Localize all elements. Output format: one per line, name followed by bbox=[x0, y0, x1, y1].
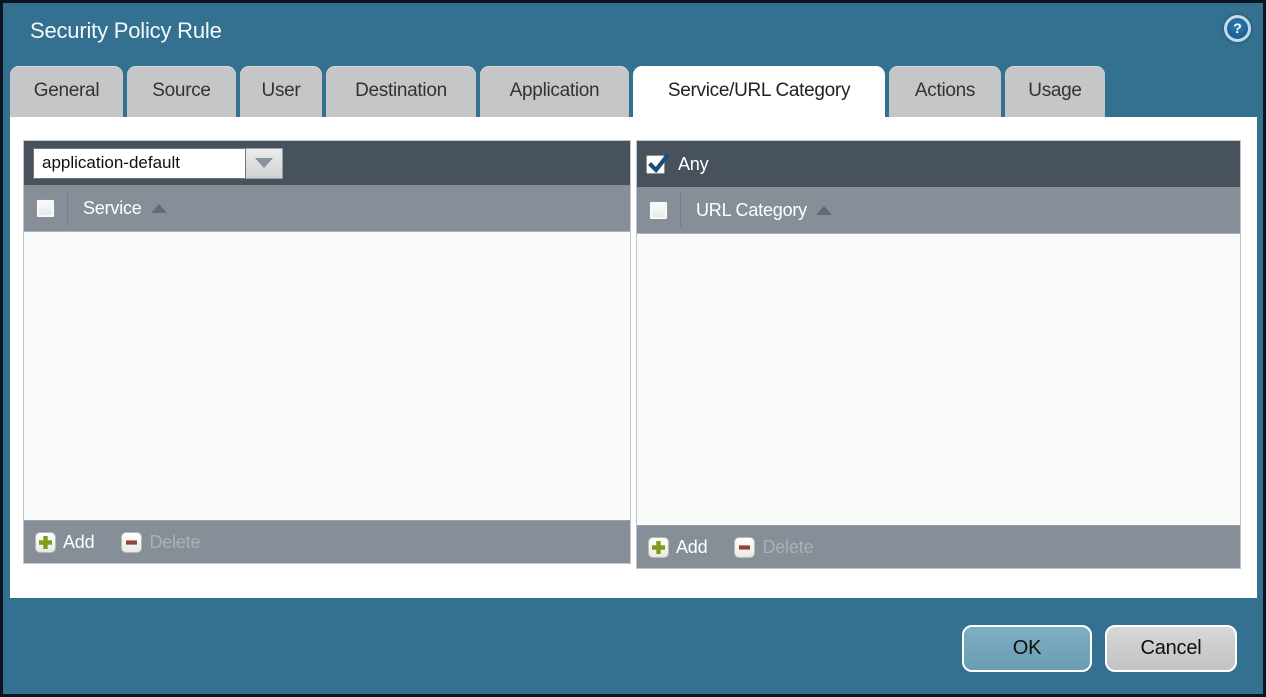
tab-bar: General Source User Destination Applicat… bbox=[10, 66, 1109, 117]
column-divider bbox=[680, 193, 681, 227]
service-add-button[interactable]: Add bbox=[35, 532, 94, 553]
dialog-background: Security Policy Rule ? General Source Us… bbox=[3, 3, 1263, 694]
service-delete-button[interactable]: Delete bbox=[121, 532, 200, 553]
sort-ascending-icon bbox=[151, 204, 167, 213]
service-grid-header: Service bbox=[24, 185, 630, 232]
tab-source[interactable]: Source bbox=[127, 66, 236, 117]
tab-general[interactable]: General bbox=[10, 66, 123, 117]
ok-button[interactable]: OK bbox=[962, 625, 1092, 672]
any-checkbox[interactable] bbox=[646, 155, 665, 174]
tab-service-url-category[interactable]: Service/URL Category bbox=[633, 66, 885, 117]
sort-ascending-icon bbox=[816, 206, 832, 215]
page-title: Security Policy Rule bbox=[30, 18, 222, 44]
service-type-combobox bbox=[33, 148, 283, 179]
any-label: Any bbox=[678, 154, 708, 175]
url-category-toolbar: Any bbox=[637, 141, 1240, 187]
cancel-button[interactable]: Cancel bbox=[1105, 625, 1237, 672]
service-column-header[interactable]: Service bbox=[83, 198, 142, 219]
tab-content: Service Add Delete bbox=[10, 117, 1257, 598]
url-category-grid-footer: Add Delete bbox=[637, 525, 1240, 568]
url-category-column-header[interactable]: URL Category bbox=[696, 200, 807, 221]
service-type-dropdown-button[interactable] bbox=[246, 148, 283, 179]
url-category-select-all-checkbox[interactable] bbox=[649, 201, 668, 220]
service-grid-footer: Add Delete bbox=[24, 520, 630, 563]
service-toolbar bbox=[24, 141, 630, 185]
url-category-grid-header: URL Category bbox=[637, 187, 1240, 234]
service-select-all-checkbox[interactable] bbox=[36, 199, 55, 218]
tab-user[interactable]: User bbox=[240, 66, 322, 117]
help-icon[interactable]: ? bbox=[1224, 15, 1251, 42]
tab-application[interactable]: Application bbox=[480, 66, 629, 117]
service-list bbox=[24, 232, 630, 520]
tab-destination[interactable]: Destination bbox=[326, 66, 476, 117]
minus-icon bbox=[121, 532, 142, 553]
tab-usage[interactable]: Usage bbox=[1005, 66, 1105, 117]
column-divider bbox=[67, 191, 68, 225]
checkmark-icon bbox=[647, 152, 671, 176]
plus-icon bbox=[35, 532, 56, 553]
tab-actions[interactable]: Actions bbox=[889, 66, 1001, 117]
url-category-add-button[interactable]: Add bbox=[648, 537, 707, 558]
help-glyph: ? bbox=[1233, 20, 1242, 36]
security-policy-rule-dialog: Security Policy Rule ? General Source Us… bbox=[0, 0, 1266, 697]
plus-icon bbox=[648, 537, 669, 558]
minus-icon bbox=[734, 537, 755, 558]
url-category-list bbox=[637, 234, 1240, 525]
url-category-delete-button[interactable]: Delete bbox=[734, 537, 813, 558]
service-panel: Service Add Delete bbox=[23, 140, 631, 564]
url-category-panel: Any URL Category Add bbox=[636, 140, 1241, 569]
chevron-down-icon bbox=[255, 158, 273, 168]
service-type-input[interactable] bbox=[33, 148, 246, 179]
